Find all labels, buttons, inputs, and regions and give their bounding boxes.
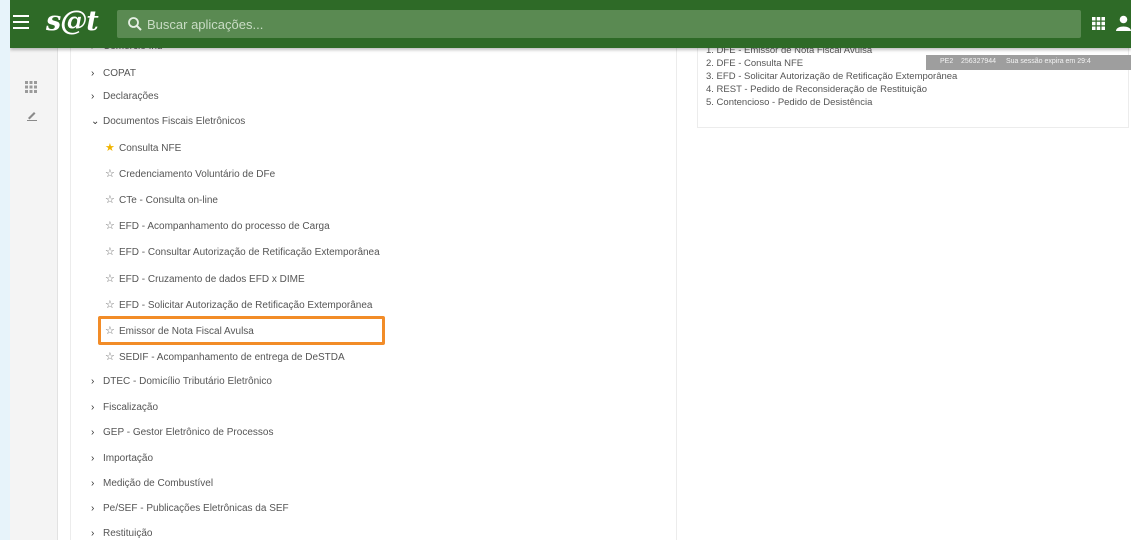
apps-grid-icon[interactable] (1092, 17, 1105, 30)
top-header: s@t (10, 0, 1131, 48)
menu-label: SEDIF - Acompanhamento de entrega de DeS… (119, 352, 345, 363)
search-icon (128, 17, 142, 31)
recent-apps-panel: 1. DFE - Emissor de Nota Fiscal Avulsa 2… (697, 40, 1129, 128)
sat-logo[interactable]: s@t (46, 6, 99, 37)
star-outline-icon[interactable]: ☆ (105, 193, 119, 206)
star-outline-icon[interactable]: ☆ (105, 298, 119, 311)
recent-item[interactable]: 4. REST - Pedido de Reconsideração de Re… (706, 84, 927, 95)
chevron-right-icon: › (91, 478, 95, 489)
menu-label: EFD - Solicitar Autorização de Retificaç… (119, 300, 373, 311)
menu-category[interactable]: › Declarações (91, 91, 159, 102)
star-outline-icon[interactable]: ☆ (105, 350, 119, 363)
chevron-right-icon: › (91, 376, 95, 387)
hamburger-icon[interactable] (13, 15, 31, 31)
chevron-right-icon: › (91, 528, 95, 539)
menu-app[interactable]: ☆ SEDIF - Acompanhamento de entrega de De… (105, 350, 345, 363)
menu-app[interactable]: ☆ EFD - Consultar Autorização de Retifica… (105, 245, 380, 258)
chevron-right-icon: › (91, 503, 95, 514)
menu-label: EFD - Cruzamento de dados EFD x DIME (119, 274, 305, 285)
menu-category[interactable]: › GEP - Gestor Eletrônico de Processos (91, 427, 273, 438)
recent-item[interactable]: 2. DFE - Consulta NFE (706, 58, 803, 69)
menu-app[interactable]: ☆ EFD - Solicitar Autorização de Retifica… (105, 298, 372, 311)
chevron-right-icon: › (91, 453, 95, 464)
chevron-right-icon: › (91, 68, 95, 79)
menu-category[interactable]: › Importação (91, 453, 153, 464)
menu-label: Documentos Fiscais Eletrônicos (103, 116, 246, 127)
menu-app[interactable]: ☆ CTe - Consulta on-line (105, 193, 218, 206)
grid-icon[interactable] (25, 81, 37, 93)
edit-icon[interactable] (26, 109, 38, 121)
menu-label: Declarações (103, 91, 159, 102)
search-input[interactable] (147, 10, 1047, 38)
star-outline-icon[interactable]: ☆ (105, 167, 119, 180)
star-filled-icon[interactable]: ★ (105, 141, 119, 154)
environment-label: PE2 (940, 58, 954, 65)
recent-item[interactable]: 3. EFD - Solicitar Autorização de Retifi… (706, 71, 957, 82)
menu-label: GEP - Gestor Eletrônico de Processos (103, 427, 274, 438)
menu-label: Medição de Combustível (103, 478, 214, 489)
menu-category[interactable]: › Fiscalização (91, 402, 158, 413)
chevron-right-icon: › (91, 91, 95, 102)
menu-category[interactable]: › Medição de Combustível (91, 478, 213, 489)
chevron-down-icon: ⌄ (91, 116, 100, 127)
search-bar[interactable] (117, 10, 1081, 38)
menu-category[interactable]: › Pe/SEF - Publicações Eletrônicas da SEF (91, 503, 289, 514)
menu-label: DTEC - Domicílio Tributário Eletrônico (103, 376, 272, 387)
chevron-right-icon: › (91, 402, 95, 413)
menu-category[interactable]: › COPAT (91, 68, 136, 79)
menu-app[interactable]: ☆ EFD - Cruzamento de dados EFD x DIME (105, 272, 305, 285)
menu-label: EFD - Acompanhamento do processo de Carg… (119, 221, 330, 232)
menu-label: EFD - Consultar Autorização de Retificaç… (119, 247, 380, 258)
menu-category-open[interactable]: ⌄ Documentos Fiscais Eletrônicos (91, 116, 245, 127)
session-status-bar: PE2 256327944 Sua sessão expira em 29:4 (926, 55, 1131, 70)
left-margin (0, 0, 10, 540)
menu-label: Fiscalização (103, 402, 159, 413)
session-expiry-text: Sua sessão expira em 29:4 (1006, 58, 1091, 65)
menu-label: Emissor de Nota Fiscal Avulsa (119, 326, 254, 337)
menu-label: Pe/SEF - Publicações Eletrônicas da SEF (103, 503, 289, 514)
menu-app-emissor-nfa[interactable]: ☆ Emissor de Nota Fiscal Avulsa (105, 324, 254, 337)
menu-app-consulta-nfe[interactable]: ★ Consulta NFE (105, 141, 181, 154)
star-outline-icon[interactable]: ☆ (105, 272, 119, 285)
menu-label: Consulta NFE (119, 143, 182, 154)
left-sidebar (10, 48, 58, 540)
menu-category[interactable]: › DTEC - Domicílio Tributário Eletrônico (91, 376, 272, 387)
user-icon[interactable] (1116, 15, 1131, 31)
recent-item[interactable]: 5. Contencioso - Pedido de Desistência (706, 97, 872, 108)
menu-app[interactable]: ☆ Credenciamento Voluntário de DFe (105, 167, 275, 180)
menu-app[interactable]: ☆ EFD - Acompanhamento do processo de Car… (105, 219, 330, 232)
menu-label: Importação (103, 453, 154, 464)
menu-label: COPAT (103, 68, 136, 79)
app-window: 1. DFE - Emissor de Nota Fiscal Avulsa 2… (10, 0, 1131, 540)
menu-label: CTe - Consulta on-line (119, 195, 218, 206)
menu-panel: ›Comércio Ind ›COPAT ›Declarações ⌄Docum… (70, 40, 677, 540)
star-outline-icon[interactable]: ☆ (105, 324, 119, 337)
session-id: 256327944 (961, 58, 997, 65)
star-outline-icon[interactable]: ☆ (105, 219, 119, 232)
star-outline-icon[interactable]: ☆ (105, 245, 119, 258)
menu-label: Restituição (103, 528, 153, 539)
menu-category[interactable]: › Restituição (91, 528, 152, 539)
chevron-right-icon: › (91, 427, 95, 438)
menu-label: Credenciamento Voluntário de DFe (119, 169, 276, 180)
